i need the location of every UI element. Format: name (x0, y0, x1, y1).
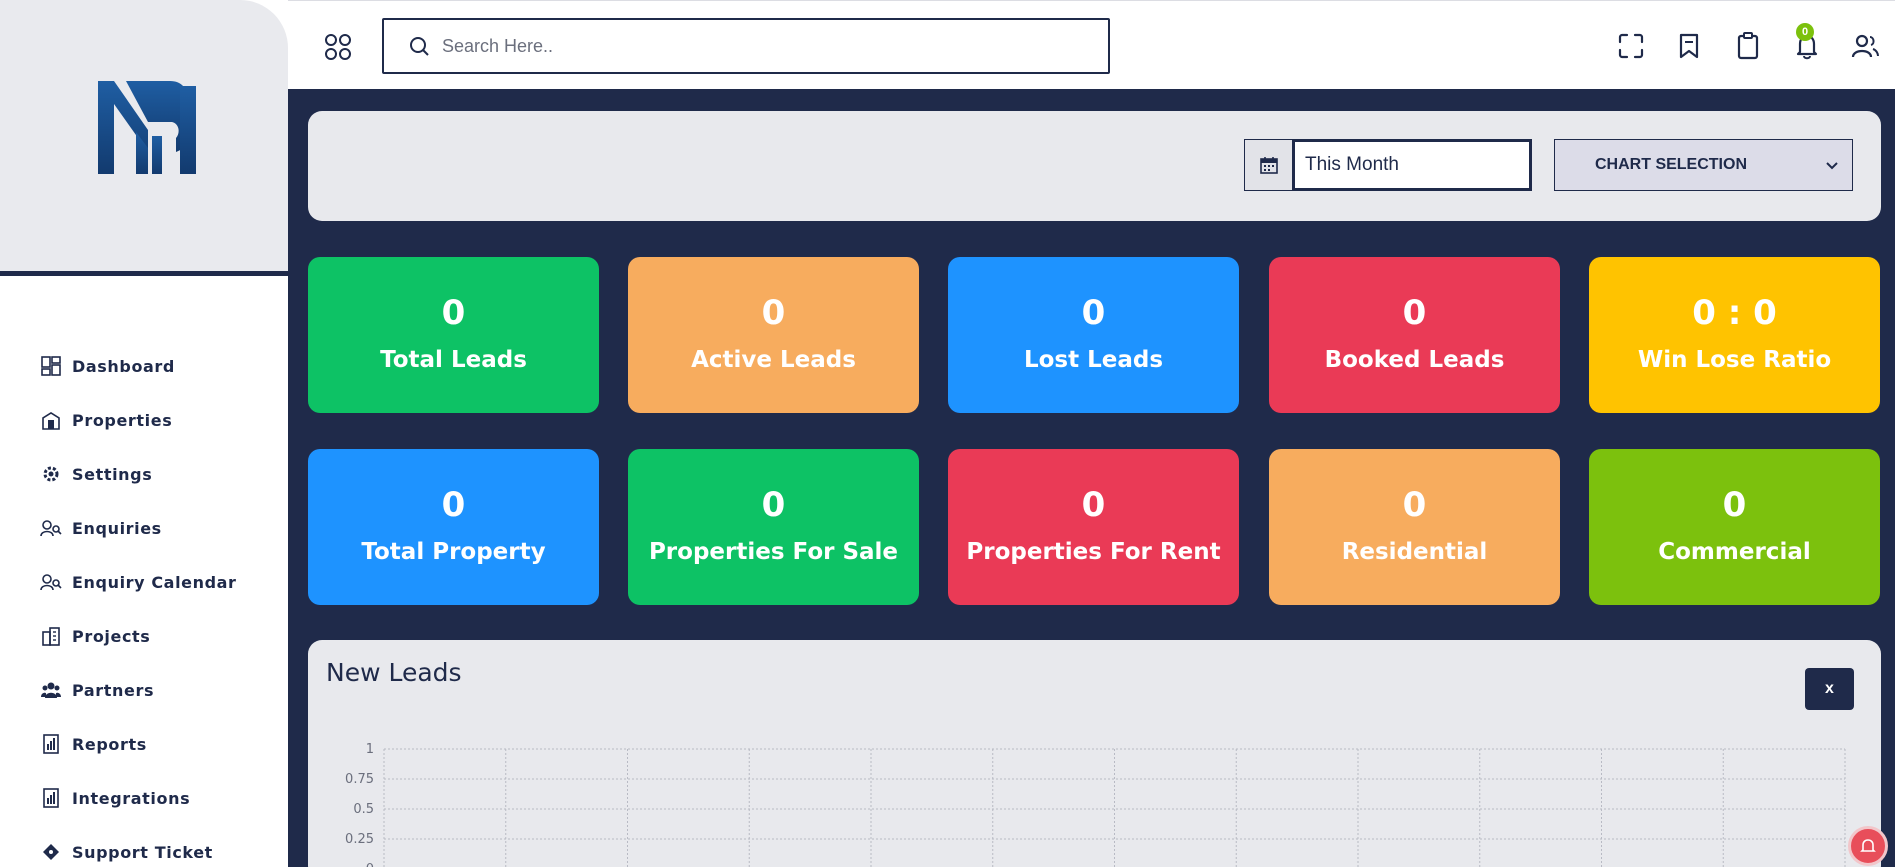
stat-value: 0 (1081, 293, 1106, 333)
logo-divider (0, 271, 288, 276)
sidebar-item-enquiries[interactable]: Enquiries (40, 514, 270, 542)
stat-label: Properties For Sale (648, 539, 899, 565)
stat-value: 0 (1402, 485, 1427, 525)
stat-card-properties-for-rent[interactable]: 0 Properties For Rent (948, 449, 1239, 605)
y-tick-label: 0.75 (345, 772, 374, 787)
sidebar-item-label: Integrations (72, 788, 191, 808)
search-input[interactable] (442, 35, 1082, 57)
y-tick-label: 1 (366, 742, 374, 757)
y-tick-label: 0 (366, 862, 374, 867)
users-icon (40, 679, 62, 701)
sidebar-item-properties[interactable]: Properties (40, 406, 270, 434)
stat-card-residential[interactable]: 0 Residential (1269, 449, 1560, 605)
y-tick-label: 0.5 (353, 802, 374, 817)
projects-icon (40, 625, 62, 647)
stat-label: Total Leads (380, 347, 527, 373)
date-range-input[interactable]: This Month (1293, 140, 1531, 190)
stat-value: 0 (1722, 485, 1747, 525)
dashboard-icon (40, 355, 62, 377)
stat-value: 0 (761, 293, 786, 333)
calendar-icon[interactable] (1245, 140, 1293, 190)
help-chat-icon[interactable] (1848, 826, 1888, 866)
stat-label: Booked Leads (1324, 347, 1505, 373)
stat-card-properties-for-sale[interactable]: 0 Properties For Sale (628, 449, 919, 605)
enquiry-icon (40, 517, 62, 539)
stat-card-total-property[interactable]: 0 Total Property (308, 449, 599, 605)
logo-area (0, 0, 288, 272)
stat-value: 0 : 0 (1692, 293, 1777, 333)
stat-value: 0 (441, 293, 466, 333)
sidebar-item-label: Projects (72, 626, 151, 646)
stat-card-commercial[interactable]: 0 Commercial (1589, 449, 1880, 605)
sidebar-item-label: Enquiry Calendar (72, 572, 237, 592)
search-icon (410, 37, 429, 56)
stat-card-active-leads[interactable]: 0 Active Leads (628, 257, 919, 413)
building-icon (40, 409, 62, 431)
stat-label: Properties For Rent (966, 539, 1221, 565)
chart-selection-label: CHART SELECTION (1595, 156, 1747, 173)
search-box[interactable] (382, 18, 1110, 74)
stat-label: Residential (1341, 539, 1488, 565)
stat-label: Commercial (1658, 539, 1811, 565)
panel-title: New Leads (326, 658, 462, 687)
report-icon (40, 787, 62, 809)
date-range-picker[interactable]: This Month (1244, 139, 1532, 191)
sidebar-item-label: Support Ticket (72, 842, 213, 862)
apps-grid-icon[interactable] (324, 33, 352, 61)
sidebar-item-reports[interactable]: Reports (40, 730, 270, 758)
sidebar-item-enquiry-calendar[interactable]: Enquiry Calendar (40, 568, 270, 596)
sidebar-item-support-ticket[interactable]: Support Ticket (40, 838, 270, 866)
stat-label: Total Property (361, 539, 546, 565)
sidebar-item-label: Dashboard (72, 356, 175, 376)
user-profile-icon[interactable] (1850, 31, 1880, 61)
gear-icon (40, 463, 62, 485)
chevron-down-icon (1826, 162, 1838, 170)
chart-selection-dropdown[interactable]: CHART SELECTION (1554, 139, 1853, 191)
sidebar-item-dashboard[interactable]: Dashboard (40, 352, 270, 380)
sidebar-item-integrations[interactable]: Integrations (40, 784, 270, 812)
stat-value: 0 (761, 485, 786, 525)
y-tick-label: 0.25 (345, 832, 374, 847)
stat-value: 0 (1081, 485, 1106, 525)
report-icon (40, 733, 62, 755)
brand-logo[interactable] (96, 78, 198, 178)
notification-badge: 0 (1796, 23, 1814, 41)
clipboard-icon[interactable] (1733, 31, 1763, 61)
sidebar-item-partners[interactable]: Partners (40, 676, 270, 704)
stat-value: 0 (1402, 293, 1427, 333)
enquiry-icon (40, 571, 62, 593)
top-bar: 0 (288, 0, 1895, 89)
sidebar: Dashboard Properties Settings Enquiries … (0, 0, 288, 867)
fullscreen-icon[interactable] (1616, 31, 1646, 61)
new-leads-panel: 1 0.75 0.5 0.25 0 New Leads x (308, 640, 1881, 867)
ticket-icon (40, 841, 62, 863)
sidebar-item-label: Properties (72, 410, 173, 430)
stat-label: Win Lose Ratio (1637, 347, 1832, 373)
sidebar-item-label: Reports (72, 734, 147, 754)
stat-card-win-lose-ratio[interactable]: 0 : 0 Win Lose Ratio (1589, 257, 1880, 413)
stat-card-lost-leads[interactable]: 0 Lost Leads (948, 257, 1239, 413)
stat-label: Active Leads (691, 347, 856, 373)
filter-bar: This Month CHART SELECTION (308, 111, 1881, 221)
new-leads-chart: 1 0.75 0.5 0.25 0 (345, 742, 1846, 867)
sidebar-item-label: Enquiries (72, 518, 162, 538)
stat-label: Lost Leads (1023, 347, 1164, 373)
stat-value: 0 (441, 485, 466, 525)
bookmark-icon[interactable] (1674, 31, 1704, 61)
close-chart-button[interactable]: x (1805, 668, 1854, 710)
sidebar-item-label: Partners (72, 680, 155, 700)
stat-card-total-leads[interactable]: 0 Total Leads (308, 257, 599, 413)
sidebar-item-projects[interactable]: Projects (40, 622, 270, 650)
stat-card-booked-leads[interactable]: 0 Booked Leads (1269, 257, 1560, 413)
sidebar-item-label: Settings (72, 464, 153, 484)
sidebar-item-settings[interactable]: Settings (40, 460, 270, 488)
